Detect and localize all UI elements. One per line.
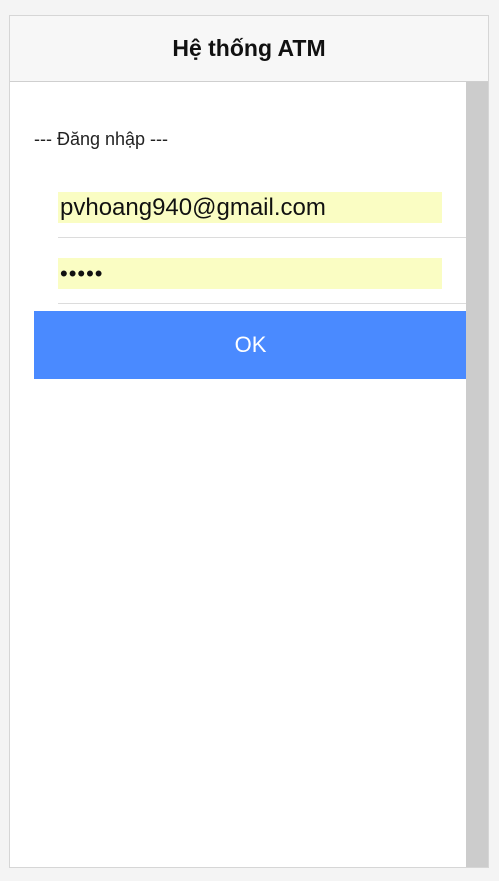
- password-field-wrapper: [58, 256, 468, 304]
- app-header: Hệ thống ATM: [10, 16, 488, 82]
- login-content: --- Đăng nhập --- OK: [10, 82, 468, 867]
- ok-button[interactable]: OK: [34, 311, 467, 379]
- password-field[interactable]: [58, 258, 442, 289]
- app-frame: Hệ thống ATM --- Đăng nhập --- OK: [9, 15, 489, 868]
- email-field-wrapper: [58, 190, 468, 238]
- email-field[interactable]: [58, 192, 442, 223]
- vertical-scrollbar[interactable]: [466, 82, 488, 867]
- page-title: Hệ thống ATM: [172, 35, 326, 61]
- login-section-label: --- Đăng nhập ---: [34, 129, 169, 149]
